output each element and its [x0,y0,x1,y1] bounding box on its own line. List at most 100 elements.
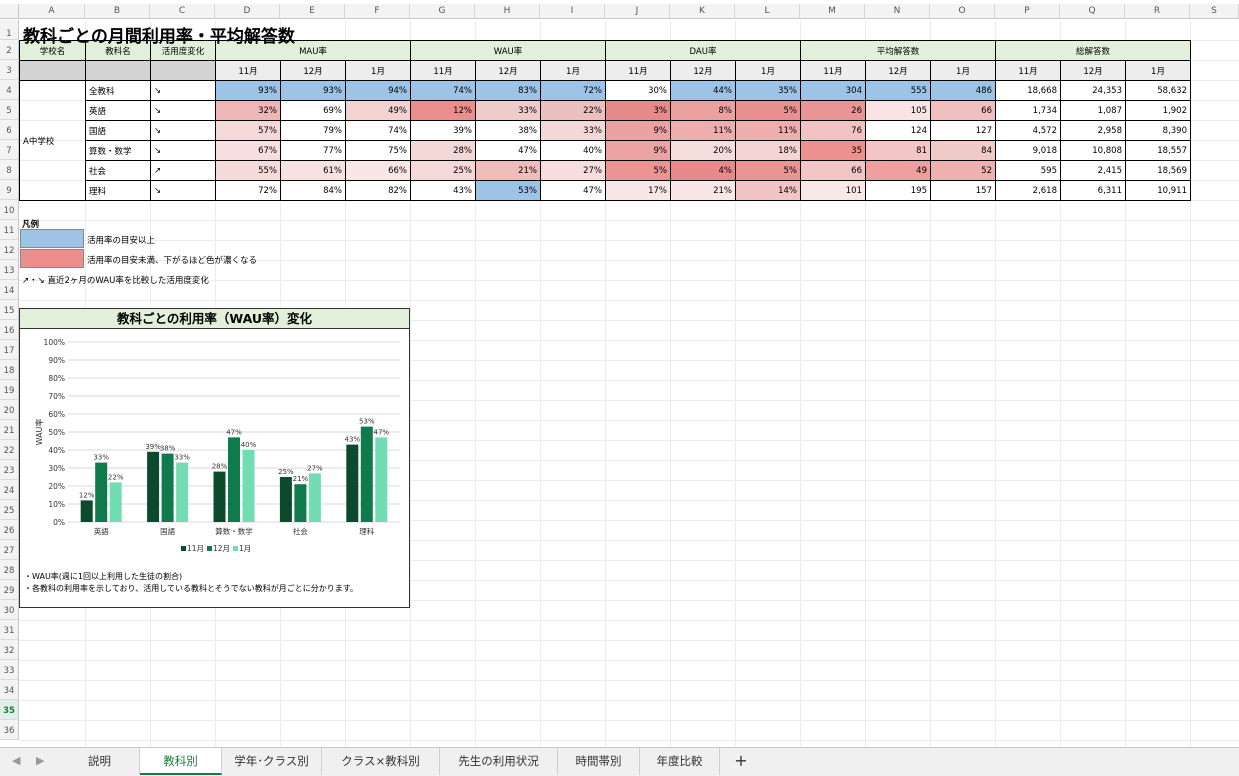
row-header[interactable]: 12 [0,240,19,260]
row-header[interactable]: 1 [0,20,19,40]
row-header[interactable]: 32 [0,640,19,660]
column-header[interactable]: D [215,4,280,19]
row-header[interactable]: 31 [0,620,19,640]
row-header[interactable]: 26 [0,520,19,540]
row-header[interactable]: 16 [0,320,19,340]
column-header[interactable]: H [475,4,540,19]
row-header[interactable]: 10 [0,200,19,220]
table-cell: 93% [215,80,281,101]
row-header[interactable]: 34 [0,680,19,700]
sheet-tab[interactable]: 先生の利用状況 [440,748,558,775]
table-cell: 49 [865,160,931,181]
table-cell: 304 [800,80,866,101]
row-header[interactable]: 25 [0,500,19,520]
row-header[interactable]: 7 [0,140,19,160]
table-cell: 79% [280,120,346,141]
column-header[interactable]: C [150,4,215,19]
row-header[interactable]: 15 [0,300,19,320]
row-header[interactable]: 21 [0,420,19,440]
subject-name: 国語 [85,120,151,141]
row-header[interactable]: 28 [0,560,19,580]
sheet-tab[interactable]: クラス×教科別 [322,748,440,775]
table-cell: 12% [410,100,476,121]
table-cell: 49% [345,100,411,121]
row-header[interactable]: 2 [0,40,19,60]
row-header[interactable]: 11 [0,220,19,240]
row-header[interactable]: 19 [0,380,19,400]
row-header[interactable]: 23 [0,460,19,480]
column-header[interactable]: M [800,4,865,19]
row-header[interactable]: 20 [0,400,19,420]
row-header[interactable]: 4 [0,80,19,100]
header-month: 12月 [1060,60,1126,81]
tab-scroll-right-icon[interactable]: ▶ [36,754,44,767]
subject-name: 社会 [85,160,151,181]
add-sheet-button[interactable]: + [722,748,760,775]
row-header[interactable]: 33 [0,660,19,680]
row-header[interactable]: 29 [0,580,19,600]
row-header[interactable]: 13 [0,260,19,280]
table-cell: 14% [735,180,801,201]
sheet-tab[interactable]: 年度比較 [640,748,720,775]
row-header[interactable]: 17 [0,340,19,360]
column-header[interactable]: O [930,4,995,19]
row-header[interactable]: 27 [0,540,19,560]
data-label: 47% [226,428,242,436]
column-header[interactable]: A [19,4,85,19]
row-header[interactable]: 3 [0,60,19,80]
column-header[interactable]: F [345,4,410,19]
y-tick-label: 0% [53,518,65,527]
column-header[interactable]: R [1125,4,1190,19]
select-all-corner[interactable] [0,4,19,19]
table-cell: 30% [605,80,671,101]
column-header[interactable]: S [1190,4,1239,19]
column-header[interactable]: I [540,4,605,19]
sheet-tab[interactable]: 学年･クラス別 [222,748,322,775]
sheet-tab[interactable]: 教科別 [140,748,222,775]
tab-scroll-left-icon[interactable]: ◀ [12,754,20,767]
row-header[interactable]: 22 [0,440,19,460]
data-label: 21% [293,475,309,483]
column-header[interactable]: L [735,4,800,19]
row-header[interactable]: 18 [0,360,19,380]
row-header[interactable]: 24 [0,480,19,500]
row-header[interactable]: 14 [0,280,19,300]
table-cell: 40% [540,140,606,161]
column-header[interactable]: K [670,4,735,19]
row-header[interactable]: 30 [0,600,19,620]
column-header[interactable]: B [85,4,150,19]
row-header[interactable]: 9 [0,180,19,200]
column-header[interactable]: G [410,4,475,19]
column-header[interactable]: P [995,4,1060,19]
table-cell: 18,569 [1125,160,1191,181]
table-cell: 5% [605,160,671,181]
y-tick-label: 50% [48,428,65,437]
row-header[interactable]: 6 [0,120,19,140]
grid-line [19,240,1239,241]
table-cell: 20% [670,140,736,161]
row-header[interactable]: 5 [0,100,19,120]
row-header[interactable]: 35 [0,700,19,720]
table-cell: 18% [735,140,801,161]
column-header[interactable]: N [865,4,930,19]
column-header[interactable]: J [605,4,670,19]
data-label: 43% [345,436,361,444]
trend-arrow: ↘ [150,120,216,141]
column-header[interactable]: E [280,4,345,19]
table-cell: 61% [280,160,346,181]
legend-label: 1月 [239,544,251,553]
table-cell: 66% [345,160,411,181]
table-cell: 157 [930,180,996,201]
grid-line [19,740,1239,741]
sheet-tab-bar: ◀ ▶ 説明 教科別 学年･クラス別 クラス×教科別 先生の利用状況 時間帯別 年度比較 + [0,747,1239,776]
row-header[interactable]: 36 [0,720,19,740]
sheet-tab[interactable]: 説明 [60,748,140,775]
header-group-1: WAU率 [410,40,606,61]
row-header[interactable]: 8 [0,160,19,180]
bar [228,437,240,522]
sheet-tab[interactable]: 時間帯別 [558,748,640,775]
wau-chart[interactable]: 教科ごとの利用率（WAU率）変化 0% 10% 20% 30% 40% 50% 60% 70%… [19,308,410,608]
table-cell: 9,018 [995,140,1061,161]
legend-blue-swatch [20,229,84,248]
column-header[interactable]: Q [1060,4,1125,19]
